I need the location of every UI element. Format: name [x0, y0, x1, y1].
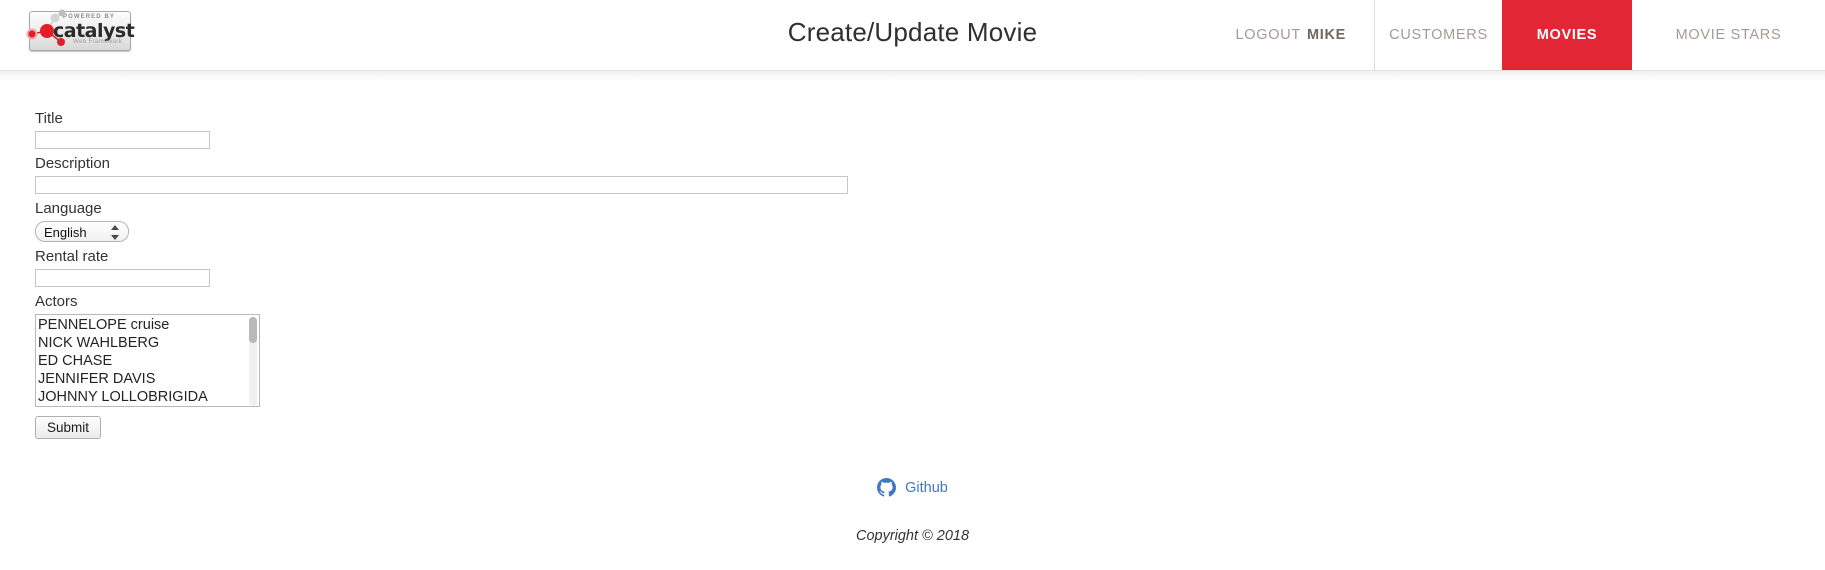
list-item[interactable]: JENNIFER DAVIS — [38, 370, 259, 388]
language-select-wrapper[interactable]: English — [35, 221, 129, 242]
list-item[interactable]: JOHNNY LOLLOBRIGIDA — [38, 388, 259, 406]
list-item[interactable]: ED CHASE — [38, 352, 259, 370]
nav-item-movies[interactable]: MOVIES — [1502, 0, 1632, 70]
logout-label: LOGOUT — [1235, 27, 1301, 43]
nav-item-customers[interactable]: CUSTOMERS — [1374, 0, 1502, 70]
main-navigation: LOGOUT MIKE CUSTOMERS MOVIES MOVIE STARS — [1208, 0, 1825, 70]
logout-link[interactable]: LOGOUT MIKE — [1208, 0, 1375, 70]
rental-rate-input[interactable] — [35, 269, 210, 287]
language-select[interactable]: English — [35, 221, 129, 242]
page-header: POWERED BY catalyst Web Framework Create… — [0, 0, 1825, 70]
page-footer: Github Copyright © 2018 — [0, 478, 1825, 544]
actors-scrollbar-thumb[interactable] — [249, 317, 257, 343]
actors-scrollbar[interactable] — [249, 317, 257, 406]
select-stepper-arrows-icon — [111, 225, 119, 240]
language-label: Language — [35, 200, 102, 217]
github-link[interactable]: Github — [877, 478, 948, 497]
actors-listbox[interactable]: PENNELOPE cruise NICK WAHLBERG ED CHASE … — [35, 314, 260, 407]
language-selected-value: English — [44, 225, 87, 240]
github-link-label: Github — [905, 479, 948, 496]
movie-form: Title Description Language English Renta… — [0, 81, 1825, 439]
description-input[interactable] — [35, 176, 848, 194]
nav-item-movie-stars[interactable]: MOVIE STARS — [1632, 0, 1825, 70]
title-input[interactable] — [35, 131, 210, 149]
actors-label: Actors — [35, 293, 78, 310]
header-separator — [0, 70, 1825, 81]
list-item[interactable]: PENNELOPE cruise — [38, 316, 259, 334]
description-label: Description — [35, 155, 111, 172]
rental-rate-label: Rental rate — [35, 248, 109, 265]
github-icon — [877, 478, 897, 497]
submit-button[interactable]: Submit — [35, 416, 102, 439]
actors-listbox-options: PENNELOPE cruise NICK WAHLBERG ED CHASE … — [36, 315, 259, 406]
list-item[interactable]: NICK WAHLBERG — [38, 334, 259, 352]
title-label: Title — [35, 110, 63, 127]
copyright-text: Copyright © 2018 — [855, 528, 970, 544]
logout-username: MIKE — [1306, 27, 1346, 43]
